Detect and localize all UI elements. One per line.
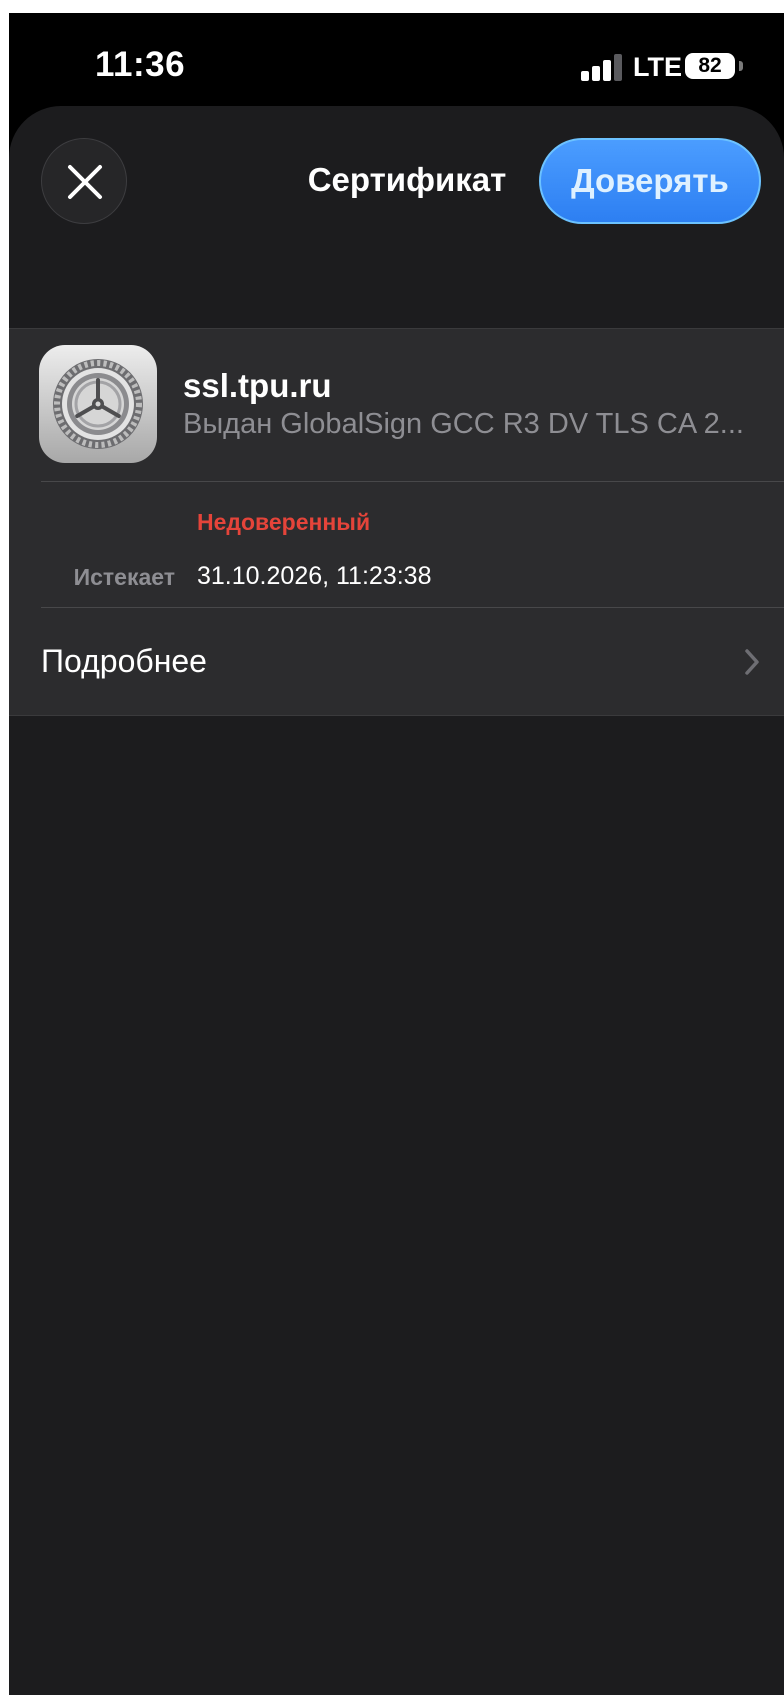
certificate-domain: ssl.tpu.ru bbox=[183, 367, 332, 404]
certificate-card: ssl.tpu.ru Выдан GlobalSign GCC R3 DV TL… bbox=[9, 328, 784, 716]
divider bbox=[41, 607, 784, 608]
chevron-right-icon bbox=[745, 649, 759, 675]
certificate-issuer: Выдан GlobalSign GCC R3 DV TLS CA 2... bbox=[183, 408, 744, 440]
settings-gear-icon bbox=[39, 345, 157, 463]
trust-status: Недоверенный bbox=[197, 509, 371, 535]
trust-button[interactable]: Доверять bbox=[539, 138, 761, 224]
close-icon bbox=[68, 165, 102, 199]
expires-value: 31.10.2026, 11:23:38 bbox=[197, 562, 432, 590]
phone-screen: 11:36 LTE 82 Сертификат Доверять ssl.tpu… bbox=[9, 13, 784, 1695]
battery-cap bbox=[739, 61, 743, 71]
cellular-signal-icon bbox=[581, 49, 625, 85]
battery-icon: 82 bbox=[685, 53, 735, 79]
certificate-sheet: Сертификат Доверять ssl.tpu.ru Выдан Glo… bbox=[9, 106, 784, 1695]
divider bbox=[41, 481, 784, 482]
network-type: LTE bbox=[633, 52, 682, 82]
status-time: 11:36 bbox=[95, 45, 186, 84]
details-label: Подробнее bbox=[41, 643, 207, 679]
close-button[interactable] bbox=[41, 138, 127, 224]
expires-label: Истекает bbox=[73, 564, 175, 590]
details-row[interactable]: Подробнее bbox=[9, 609, 784, 713]
